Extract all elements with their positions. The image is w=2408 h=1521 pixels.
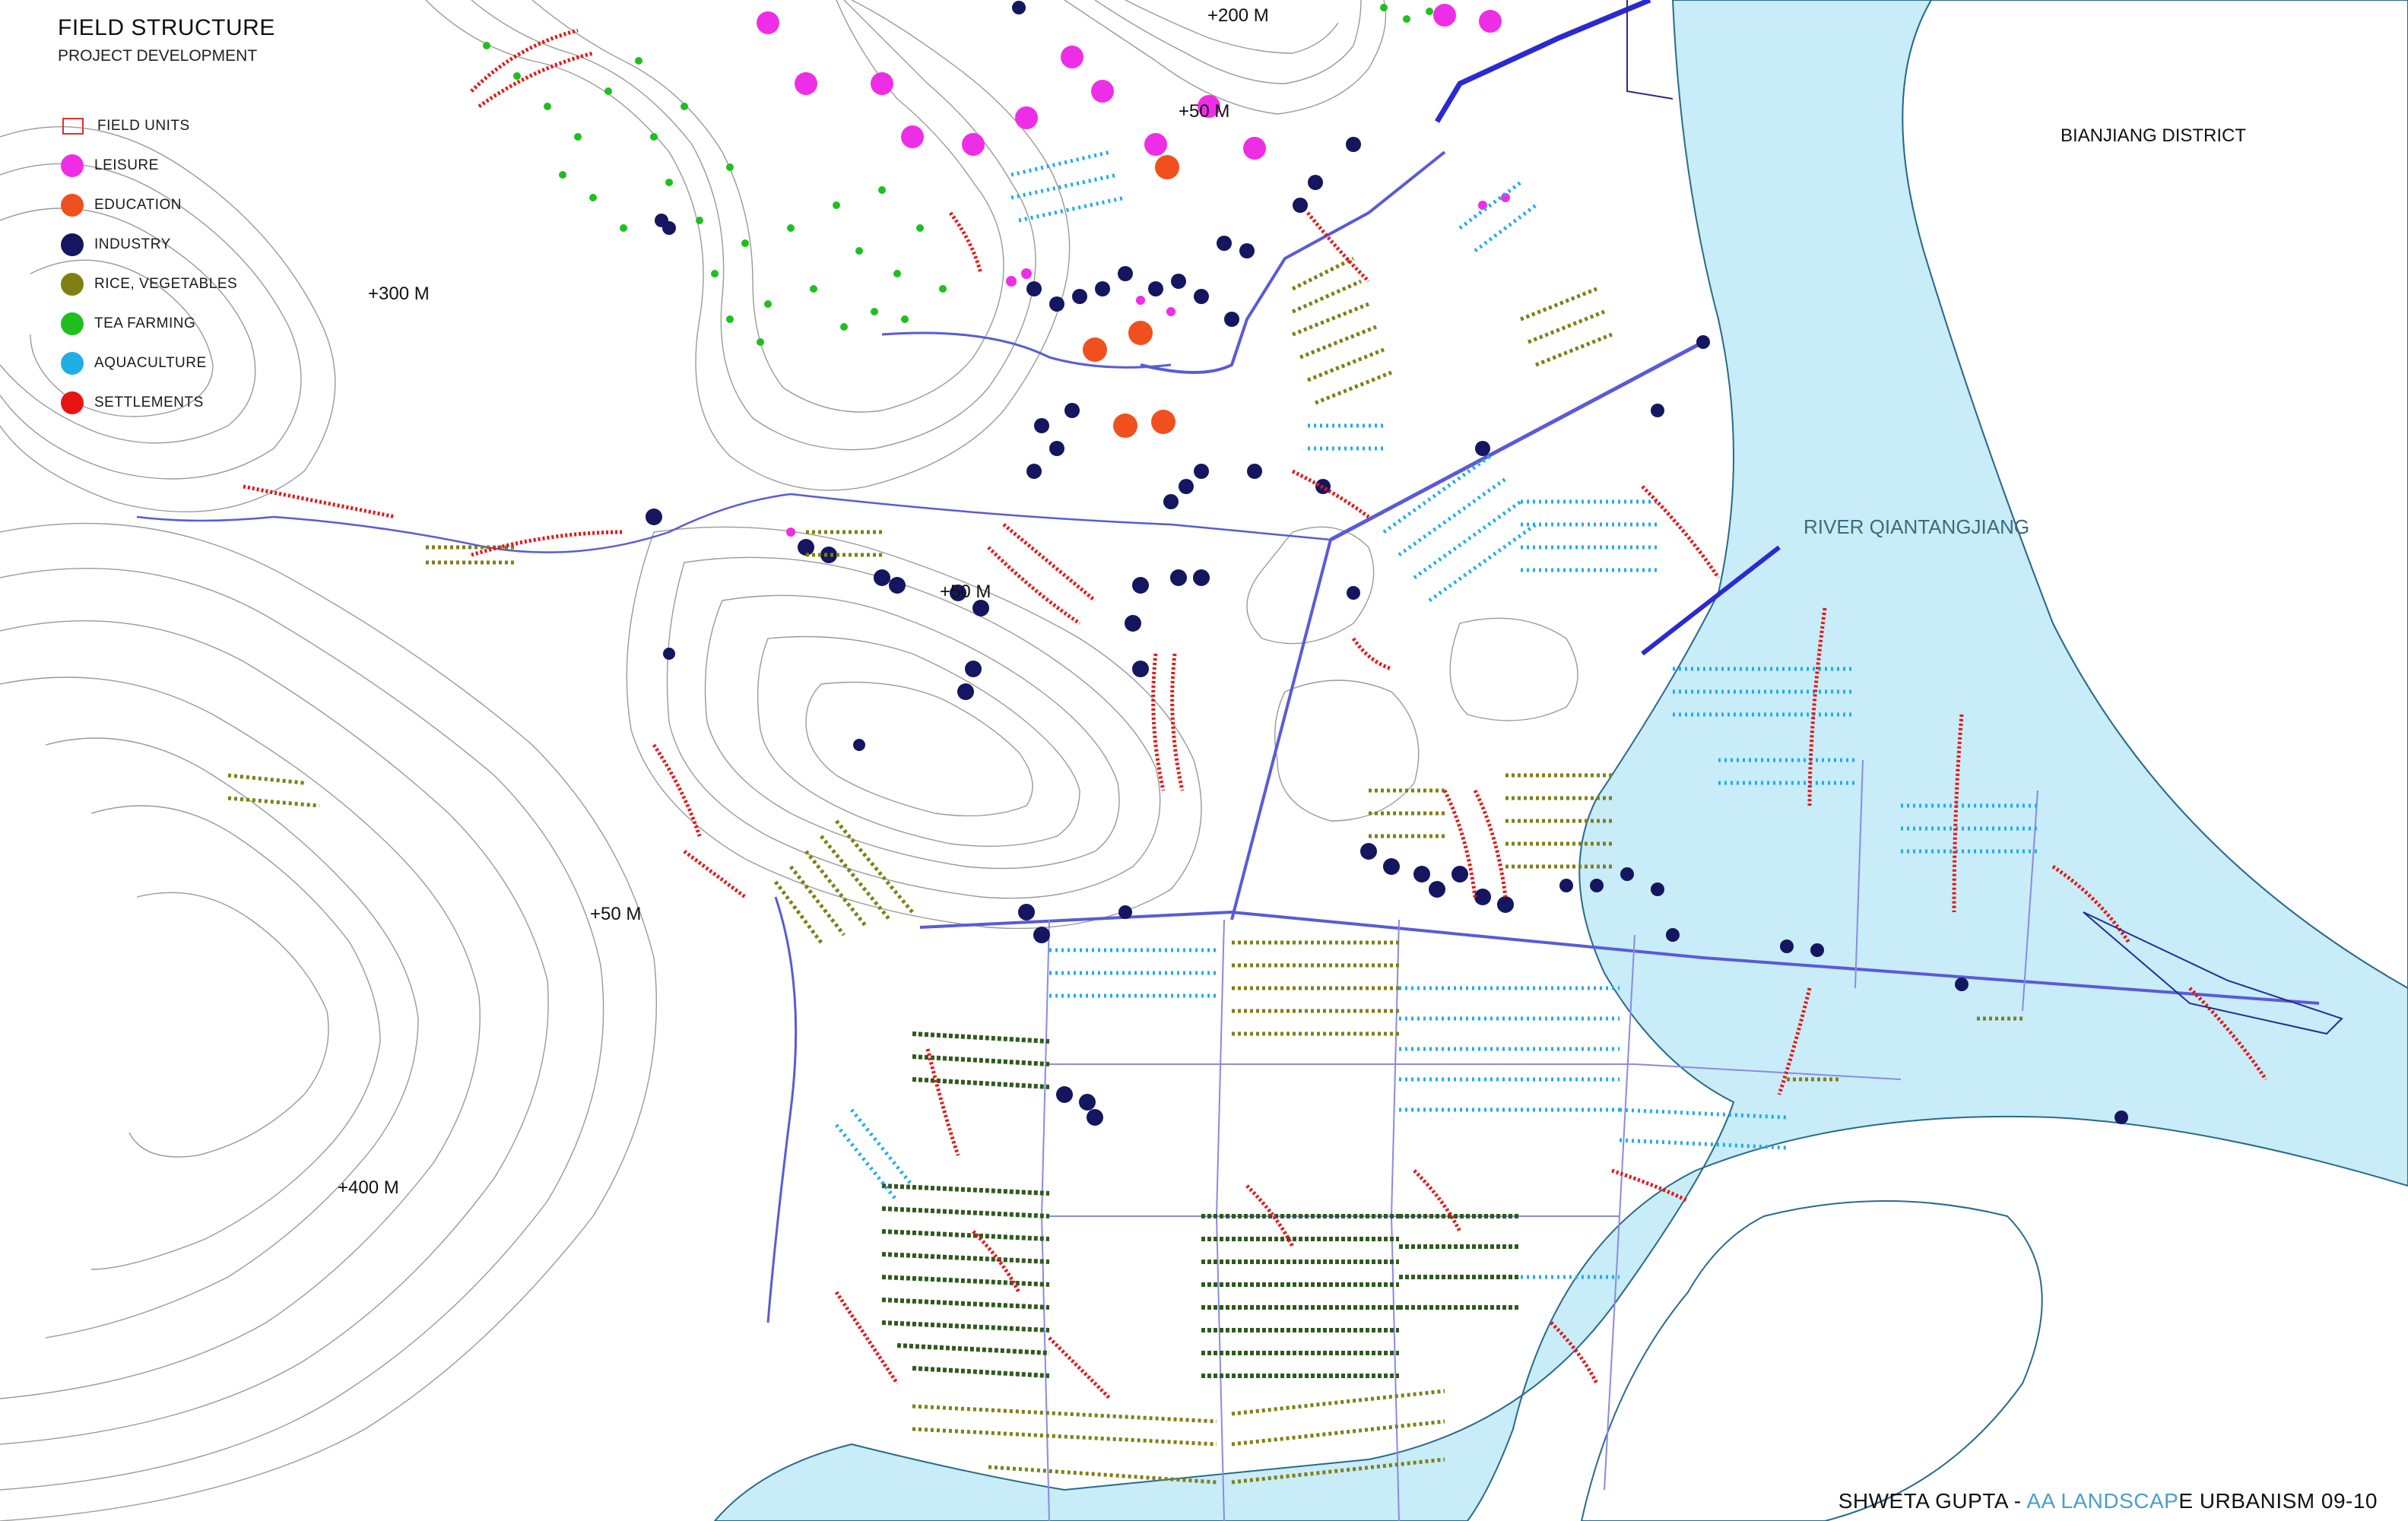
legend-label: RICE, VEGETABLES	[94, 276, 238, 292]
legend-item-tea: TEA FARMING	[61, 304, 237, 344]
field-structure-map: BIANJIANG DISTRICT RIVER QIANTANGJIANG +…	[0, 0, 2408, 1521]
label-bianjiang-district: BIANJIANG DISTRICT	[2061, 125, 2246, 146]
leisure-swatch	[61, 154, 84, 177]
label-elevation-200: +200 M	[1207, 5, 1269, 26]
label-elevation-300: +300 M	[368, 284, 430, 304]
tea-swatch	[61, 312, 84, 335]
author-credit: SHWETA GUPTA - AA LANDSCAPE URBANISM 09-…	[1839, 1489, 2378, 1513]
field-units-swatch	[62, 118, 84, 135]
credit-rest: E URBANISM 09-10	[2178, 1489, 2378, 1513]
rice-swatch	[61, 273, 84, 296]
legend-label: EDUCATION	[94, 197, 182, 213]
education-points	[1083, 155, 1179, 438]
legend: FIELD UNITS LEISURE EDUCATION INDUSTRY R…	[61, 106, 237, 423]
map-subtitle: PROJECT DEVELOPMENT	[58, 47, 258, 65]
education-swatch	[61, 194, 84, 217]
label-elevation-50-north: +50 M	[1179, 101, 1229, 122]
industry-swatch	[61, 233, 84, 256]
legend-item-aquaculture: AQUACULTURE	[61, 344, 237, 383]
map-title: FIELD STRUCTURE	[58, 15, 275, 40]
legend-item-leisure: LEISURE	[61, 146, 237, 185]
leisure-points	[757, 4, 1510, 537]
legend-item-industry: INDUSTRY	[61, 225, 237, 265]
label-elevation-400: +400 M	[338, 1177, 399, 1198]
legend-item-settlements: SETTLEMENTS	[61, 383, 237, 423]
settlements-swatch	[61, 391, 84, 414]
legend-label: SETTLEMENTS	[94, 395, 204, 410]
dark-farmland-rows	[881, 1031, 1521, 1378]
legend-label: LEISURE	[94, 157, 159, 173]
title-block: FIELD STRUCTURE PROJECT DEVELOPMENT	[58, 15, 275, 65]
legend-label: TEA FARMING	[94, 315, 196, 331]
legend-label: AQUACULTURE	[94, 355, 207, 371]
legend-label: INDUSTRY	[94, 236, 171, 252]
credit-author: SHWETA GUPTA -	[1838, 1489, 2027, 1513]
legend-label: FIELD UNITS	[97, 118, 190, 134]
legend-item-education: EDUCATION	[61, 185, 237, 225]
tea-farming-points	[483, 4, 1433, 346]
legend-item-field-units: FIELD UNITS	[61, 106, 237, 146]
label-elevation-50-mid: +50 M	[940, 581, 991, 602]
river-qiantangjiang	[713, 0, 2408, 1521]
label-river-qiantangjiang: RIVER QIANTANGJIANG	[1804, 515, 2029, 538]
aquaculture-swatch	[61, 352, 84, 375]
label-elevation-50-west: +50 M	[590, 904, 641, 924]
credit-school: AA LANDSCAP	[2026, 1489, 2179, 1513]
legend-item-rice: RICE, VEGETABLES	[61, 265, 237, 304]
